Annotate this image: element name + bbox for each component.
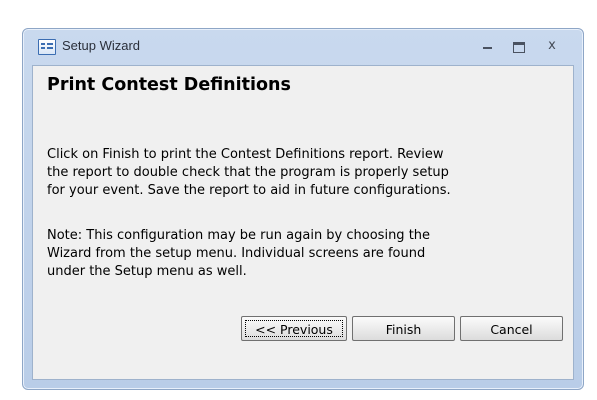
instructions-text: Click on Finish to print the Contest Def…: [47, 147, 451, 198]
previous-button[interactable]: << Previous: [241, 316, 347, 341]
close-icon[interactable]: x: [540, 37, 564, 55]
cancel-button[interactable]: Cancel: [460, 316, 563, 341]
minimize-icon[interactable]: [475, 37, 499, 55]
finish-button[interactable]: Finish: [352, 316, 455, 341]
maximize-icon[interactable]: [507, 37, 531, 55]
window-title: Setup Wizard: [62, 38, 141, 53]
page-title: Print Contest Definitions: [47, 75, 291, 95]
form-icon: [38, 39, 56, 55]
setup-wizard-window: Setup Wizard x Print Contest Definitions…: [22, 28, 584, 390]
title-bar[interactable]: Setup Wizard x: [23, 29, 583, 65]
wizard-content: Print Contest Definitions Click on Finis…: [32, 65, 574, 380]
note-text: Note: This configuration may be run agai…: [47, 228, 431, 279]
